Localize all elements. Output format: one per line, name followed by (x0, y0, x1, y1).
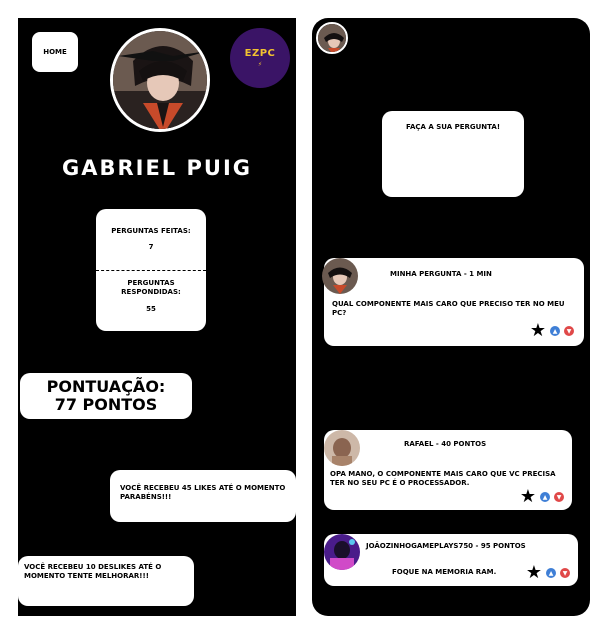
brand-logo-text: EZPC (244, 48, 276, 59)
profile-avatar (110, 28, 210, 132)
star-icon[interactable]: ★ (530, 322, 546, 340)
dislike-icon[interactable]: ▼ (564, 326, 574, 336)
post-body: FOQUE NA MEMORIA RAM. (392, 568, 497, 576)
home-button[interactable]: HOME (32, 32, 78, 72)
likes-message: VOCÊ RECEBEU 45 LIKES ATÉ O MOMENTO PARA… (110, 470, 296, 522)
post-card: JOÃOZINHOGAMEPLAYS750 - 95 PONTOS FOQUE … (324, 534, 578, 586)
stats-divider (96, 270, 206, 271)
profile-name: GABRIEL PUIG (61, 156, 252, 180)
post-actions: ★ ▲ ▼ (526, 564, 570, 582)
profile-panel: HOME EZPC ⚡ GABRIEL PUIG PERGUNTAS FEITA… (18, 18, 296, 616)
like-icon[interactable]: ▲ (550, 326, 560, 336)
post-title: RAFAEL - 40 PONTOS (404, 440, 487, 448)
post-author-avatar-image (322, 258, 358, 294)
questions-answered-label: PERGUNTAS RESPONDIDAS: (121, 279, 181, 296)
dislike-icon[interactable]: ▼ (560, 568, 570, 578)
score-value: 77 PONTOS (54, 395, 158, 414)
dislikes-message: VOCÊ RECEBEU 10 DESLIKES ATÉ O MOMENTO T… (18, 556, 194, 606)
feed-panel: FAÇA A SUA PERGUNTA! MINHA PERGUNTA - 1 … (312, 18, 590, 616)
post-actions: ★ ▲ ▼ (520, 488, 564, 506)
ask-question-label: FAÇA A SUA PERGUNTA! (405, 123, 501, 131)
profile-avatar-image (113, 31, 207, 129)
like-icon[interactable]: ▲ (546, 568, 556, 578)
score-card: PONTUAÇÃO: 77 PONTOS (20, 373, 192, 419)
questions-made-label: PERGUNTAS FEITAS: (111, 227, 191, 235)
score-label: PONTUAÇÃO: (46, 377, 166, 396)
post-card: RAFAEL - 40 PONTOS OPA MANO, O COMPONENT… (324, 430, 572, 510)
post-author-avatar (322, 258, 358, 294)
bolt-icon: ⚡ (257, 61, 263, 68)
star-icon[interactable]: ★ (520, 488, 536, 506)
user-avatar[interactable] (316, 22, 348, 54)
stats-card: PERGUNTAS FEITAS: 7 PERGUNTAS RESPONDIDA… (96, 209, 206, 331)
ask-question-box[interactable]: FAÇA A SUA PERGUNTA! (382, 111, 524, 197)
questions-answered-value: 55 (146, 305, 156, 313)
questions-made-value: 7 (148, 243, 154, 251)
post-author-avatar-image (324, 534, 360, 570)
brand-logo: EZPC ⚡ (230, 28, 290, 88)
dislike-icon[interactable]: ▼ (554, 492, 564, 502)
post-author-avatar-image (324, 430, 360, 466)
user-avatar-image (318, 24, 346, 52)
post-title: MINHA PERGUNTA - 1 MIN (390, 270, 492, 278)
post-title: JOÃOZINHOGAMEPLAYS750 - 95 PONTOS (366, 542, 526, 550)
like-icon[interactable]: ▲ (540, 492, 550, 502)
post-actions: ★ ▲ ▼ (530, 322, 574, 340)
post-author-avatar (324, 534, 360, 570)
post-card: MINHA PERGUNTA - 1 MIN QUAL COMPONENTE M… (322, 258, 584, 346)
post-author-avatar (324, 430, 360, 466)
star-icon[interactable]: ★ (526, 564, 542, 582)
post-body: QUAL COMPONENTE MAIS CARO QUE PRECISO TE… (332, 300, 565, 317)
